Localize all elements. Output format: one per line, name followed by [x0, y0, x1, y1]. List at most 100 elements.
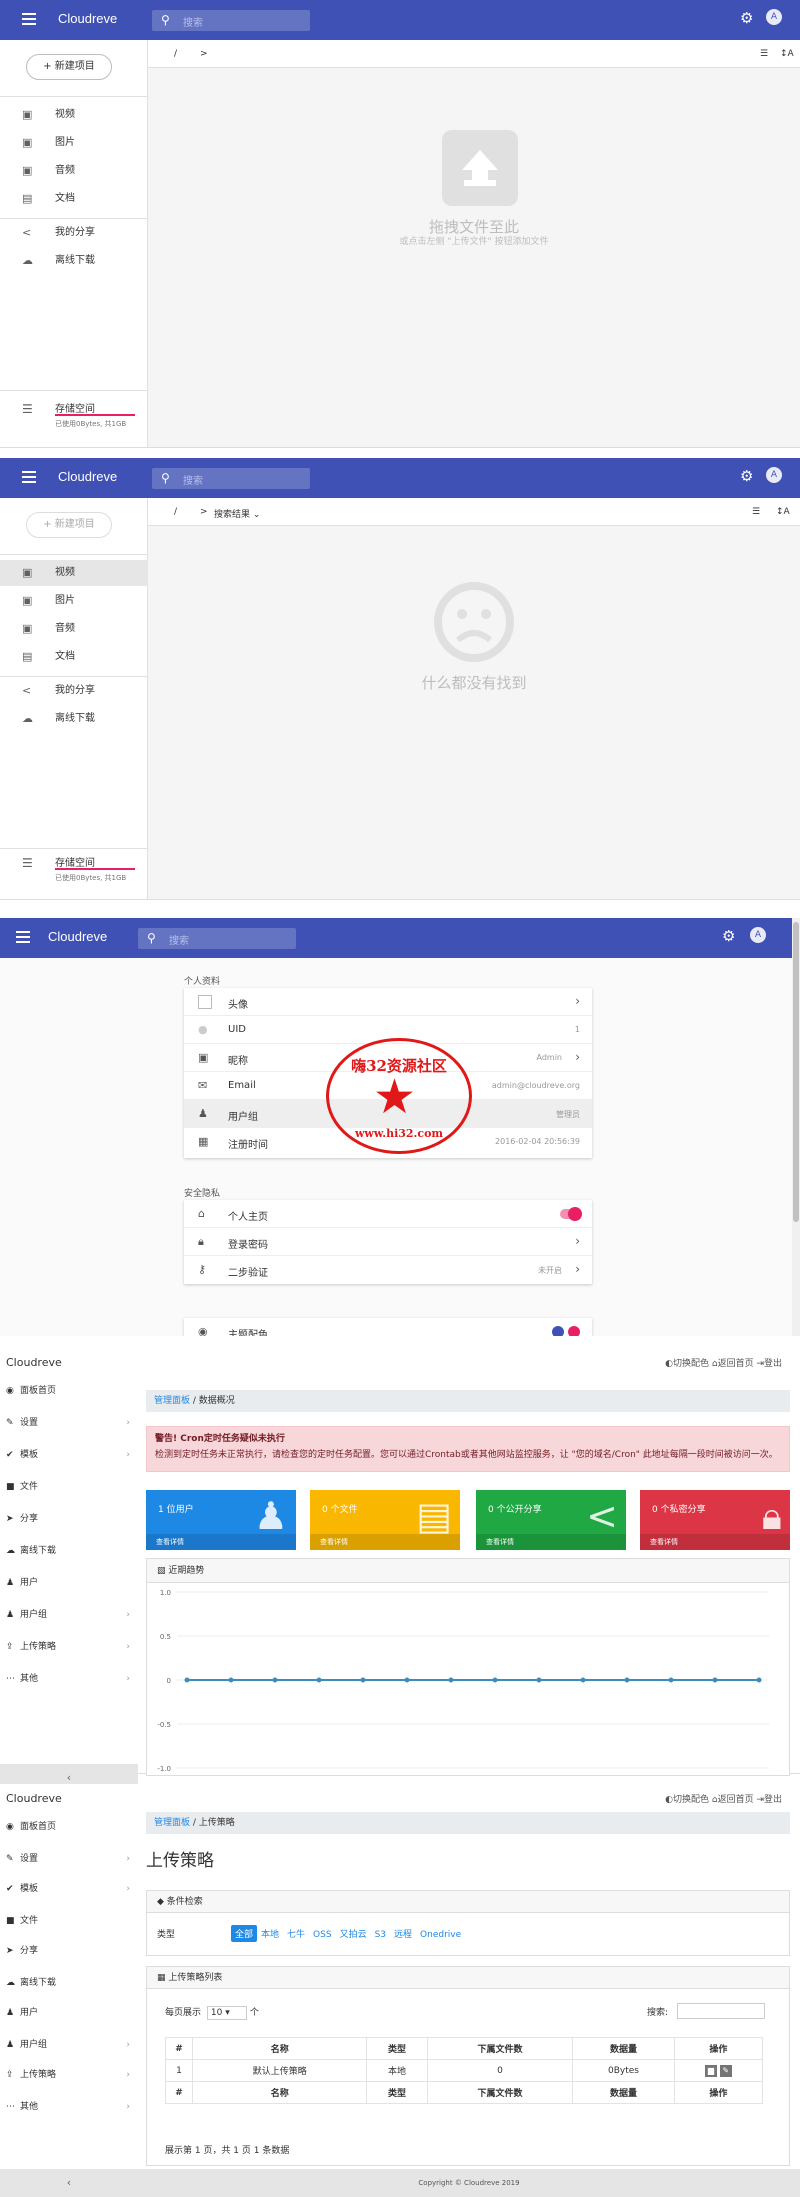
profile-row-avatar[interactable]: 头像 › [184, 988, 592, 1016]
theme-card[interactable]: ◉ 主题配色 [184, 1318, 592, 1336]
breadcrumb-chevron-icon[interactable]: > [200, 49, 208, 59]
admin-top-links[interactable]: ◐切换配色 ⌂返回首页 ⇥登出 [665, 1356, 782, 1369]
sidebar-item-document[interactable]: ▤ 文档 [0, 644, 148, 670]
admin-menu-files[interactable]: ■ 文件 [0, 1476, 138, 1498]
avatar[interactable]: A [750, 927, 766, 943]
homepage-toggle[interactable] [560, 1207, 582, 1221]
filter-option-all[interactable]: 全部 [231, 1925, 258, 1942]
admin-menu-dashboard[interactable]: ◉ 面板首页 [0, 1380, 138, 1402]
delete-icon[interactable]: ▆ [704, 2064, 717, 2077]
search-input[interactable]: ⚲ 搜索 [152, 10, 310, 31]
breadcrumb-home[interactable]: 管理面板 [154, 1818, 190, 1828]
admin-menu-settings[interactable]: ✎ 设置 › [0, 1412, 138, 1434]
data-point [184, 1677, 190, 1683]
audio-icon: ▣ [22, 164, 33, 177]
sidebar-item-video[interactable]: ▣ 视频 [0, 560, 148, 586]
file-area[interactable]: / > ☰ ↕A 拖拽文件至此 或点击左侧 "上传文件" 按钮添加文件 [148, 40, 800, 447]
admin-title: Cloudreve [6, 1792, 62, 1805]
new-item-button[interactable]: + 新建项目 [26, 54, 112, 80]
search-result-area: / > 搜索结果 ⌄ ☰ ↕A 什么都没有找到 [148, 498, 800, 899]
screen-admin-dashboard: Cloudreve ◐切换配色 ⌂返回首页 ⇥登出 ◉ 面板首页 ✎ 设置 › ✔ 模板… [0, 1348, 800, 1792]
admin-menu-policy[interactable]: ⇪ 上传策略 › [0, 2064, 138, 2086]
sidebar-item-my-shares[interactable]: < 我的分享 [0, 220, 148, 246]
sidebar-item-document[interactable]: ▤ 文档 [0, 186, 148, 212]
admin-menu-offline[interactable]: ☁ 离线下载 [0, 1540, 138, 1562]
sidebar-collapse-button[interactable]: ‹ [0, 2169, 138, 2197]
admin-menu-other[interactable]: ⋯ 其他 › [0, 2096, 138, 2118]
stat-card-public-shares[interactable]: 0 个公开分享 < 查看详情 [476, 1490, 626, 1550]
sort-icon[interactable]: ↕A [780, 49, 794, 59]
admin-menu-users[interactable]: ♟ 用户 [0, 1572, 138, 1594]
admin-menu-groups[interactable]: ♟ 用户组 › [0, 1604, 138, 1626]
stat-card-private-shares[interactable]: 0 个私密分享 🔒︎ 查看详情 [640, 1490, 790, 1550]
admin-menu-users[interactable]: ♟ 用户 [0, 2002, 138, 2024]
filter-option-onedrive[interactable]: Onedrive [416, 1928, 465, 1942]
theme-row[interactable]: ◉ 主题配色 [184, 1318, 592, 1336]
settings-gear-icon[interactable]: ⚙ [722, 927, 735, 945]
table-search-input[interactable] [677, 2003, 765, 2019]
scrollbar[interactable] [792, 918, 800, 1336]
settings-gear-icon[interactable]: ⚙ [740, 9, 753, 27]
breadcrumb-root[interactable]: / [174, 49, 177, 59]
sidebar-item-my-shares[interactable]: < 我的分享 [0, 678, 148, 704]
stat-card-users[interactable]: 1 位用户 ♟ 查看详情 [146, 1490, 296, 1550]
list-view-icon[interactable]: ☰ [760, 49, 768, 59]
filter-option-qiniu[interactable]: 七牛 [283, 1925, 309, 1942]
admin-menu-shares[interactable]: ➤ 分享 [0, 1940, 138, 1962]
palette-icon: ◉ [198, 1325, 208, 1336]
footer: Copyright © Cloudreve 2019 [138, 2169, 800, 2197]
app-title: Cloudreve [48, 929, 108, 944]
filter-option-s3[interactable]: S3 [371, 1928, 390, 1942]
avatar[interactable]: A [766, 467, 782, 483]
sidebar-item-video[interactable]: ▣ 视频 [0, 102, 148, 128]
admin-menu-dashboard[interactable]: ◉ 面板首页 [0, 1816, 138, 1838]
menu-icon[interactable] [22, 13, 36, 25]
dashboard-icon: ◉ [6, 1386, 14, 1396]
menu-icon[interactable] [16, 931, 30, 943]
search-input[interactable]: ⚲ 搜索 [138, 928, 296, 949]
admin-menu-offline[interactable]: ☁ 离线下载 [0, 1972, 138, 1994]
edit-icon[interactable]: ✎ [719, 2064, 732, 2077]
admin-menu-other[interactable]: ⋯ 其他 › [0, 1668, 138, 1690]
policy-list-box: ▦ 上传策略列表 每页展示 10 ▾ 个 搜索: # 名称 类型 下属文件数 数据量 操作 … [146, 1966, 790, 2166]
breadcrumb-home[interactable]: 管理面板 [154, 1396, 190, 1406]
stat-card-files[interactable]: 0 个文件 ▤ 查看详情 [310, 1490, 460, 1550]
admin-menu-shares[interactable]: ➤ 分享 [0, 1508, 138, 1530]
admin-menu-policy[interactable]: ⇪ 上传策略 › [0, 1636, 138, 1658]
new-item-button[interactable]: + 新建项目 [26, 512, 112, 538]
security-row-password[interactable]: 🔒︎ 登录密码 › [184, 1228, 592, 1256]
admin-sidebar: ◉ 面板首页 ✎ 设置 › ✔ 模板 › ■ 文件 ➤ 分享 ☁ 离线下载 ♟ 用户 ♟ 用户组 › … [0, 1812, 138, 2197]
security-row-homepage[interactable]: ⌂ 个人主页 [184, 1200, 592, 1228]
admin-menu-groups[interactable]: ♟ 用户组 › [0, 2034, 138, 2056]
filter-option-remote[interactable]: 远程 [390, 1925, 416, 1942]
menu-icon[interactable] [22, 471, 36, 483]
filter-option-local[interactable]: 本地 [257, 1925, 283, 1942]
sidebar-item-audio[interactable]: ▣ 音频 [0, 616, 148, 642]
avatar[interactable]: A [766, 9, 782, 25]
sidebar-item-image[interactable]: ▣ 图片 [0, 588, 148, 614]
page-title: 上传策略 [146, 1851, 214, 1870]
list-view-icon[interactable]: ☰ [752, 507, 760, 517]
chevron-right-icon: › [575, 994, 580, 1008]
admin-menu-files[interactable]: ■ 文件 [0, 1910, 138, 1932]
sidebar-item-audio[interactable]: ▣ 音频 [0, 158, 148, 184]
breadcrumb-root[interactable]: / [174, 507, 177, 517]
admin-menu-templates[interactable]: ✔ 模板 › [0, 1878, 138, 1900]
sidebar-item-image[interactable]: ▣ 图片 [0, 130, 148, 156]
search-result-crumb[interactable]: 搜索结果 ⌄ [214, 507, 260, 520]
security-row-twofactor[interactable]: ⚷ 二步验证 未开启 › [184, 1256, 592, 1284]
page-size-select[interactable]: 10 ▾ [206, 2006, 247, 2020]
filter-option-oss[interactable]: OSS [309, 1928, 336, 1942]
filter-option-upyun[interactable]: 又拍云 [336, 1925, 371, 1942]
admin-menu-settings[interactable]: ✎ 设置 › [0, 1848, 138, 1870]
sidebar-item-offline-download[interactable]: ☁ 离线下载 [0, 706, 148, 732]
admin-menu-templates[interactable]: ✔ 模板 › [0, 1444, 138, 1466]
sort-icon[interactable]: ↕A [776, 507, 790, 517]
breadcrumb-chevron-icon[interactable]: > [200, 507, 208, 517]
admin-top-links[interactable]: ◐切换配色 ⌂返回首页 ⇥登出 [665, 1792, 782, 1805]
lock-icon: 🔒︎ [198, 1235, 204, 1248]
key-icon: ⚷ [198, 1263, 207, 1276]
sidebar-item-offline-download[interactable]: ☁ 离线下载 [0, 248, 148, 274]
search-input[interactable]: ⚲ 搜索 [152, 468, 310, 489]
settings-gear-icon[interactable]: ⚙ [740, 467, 753, 485]
